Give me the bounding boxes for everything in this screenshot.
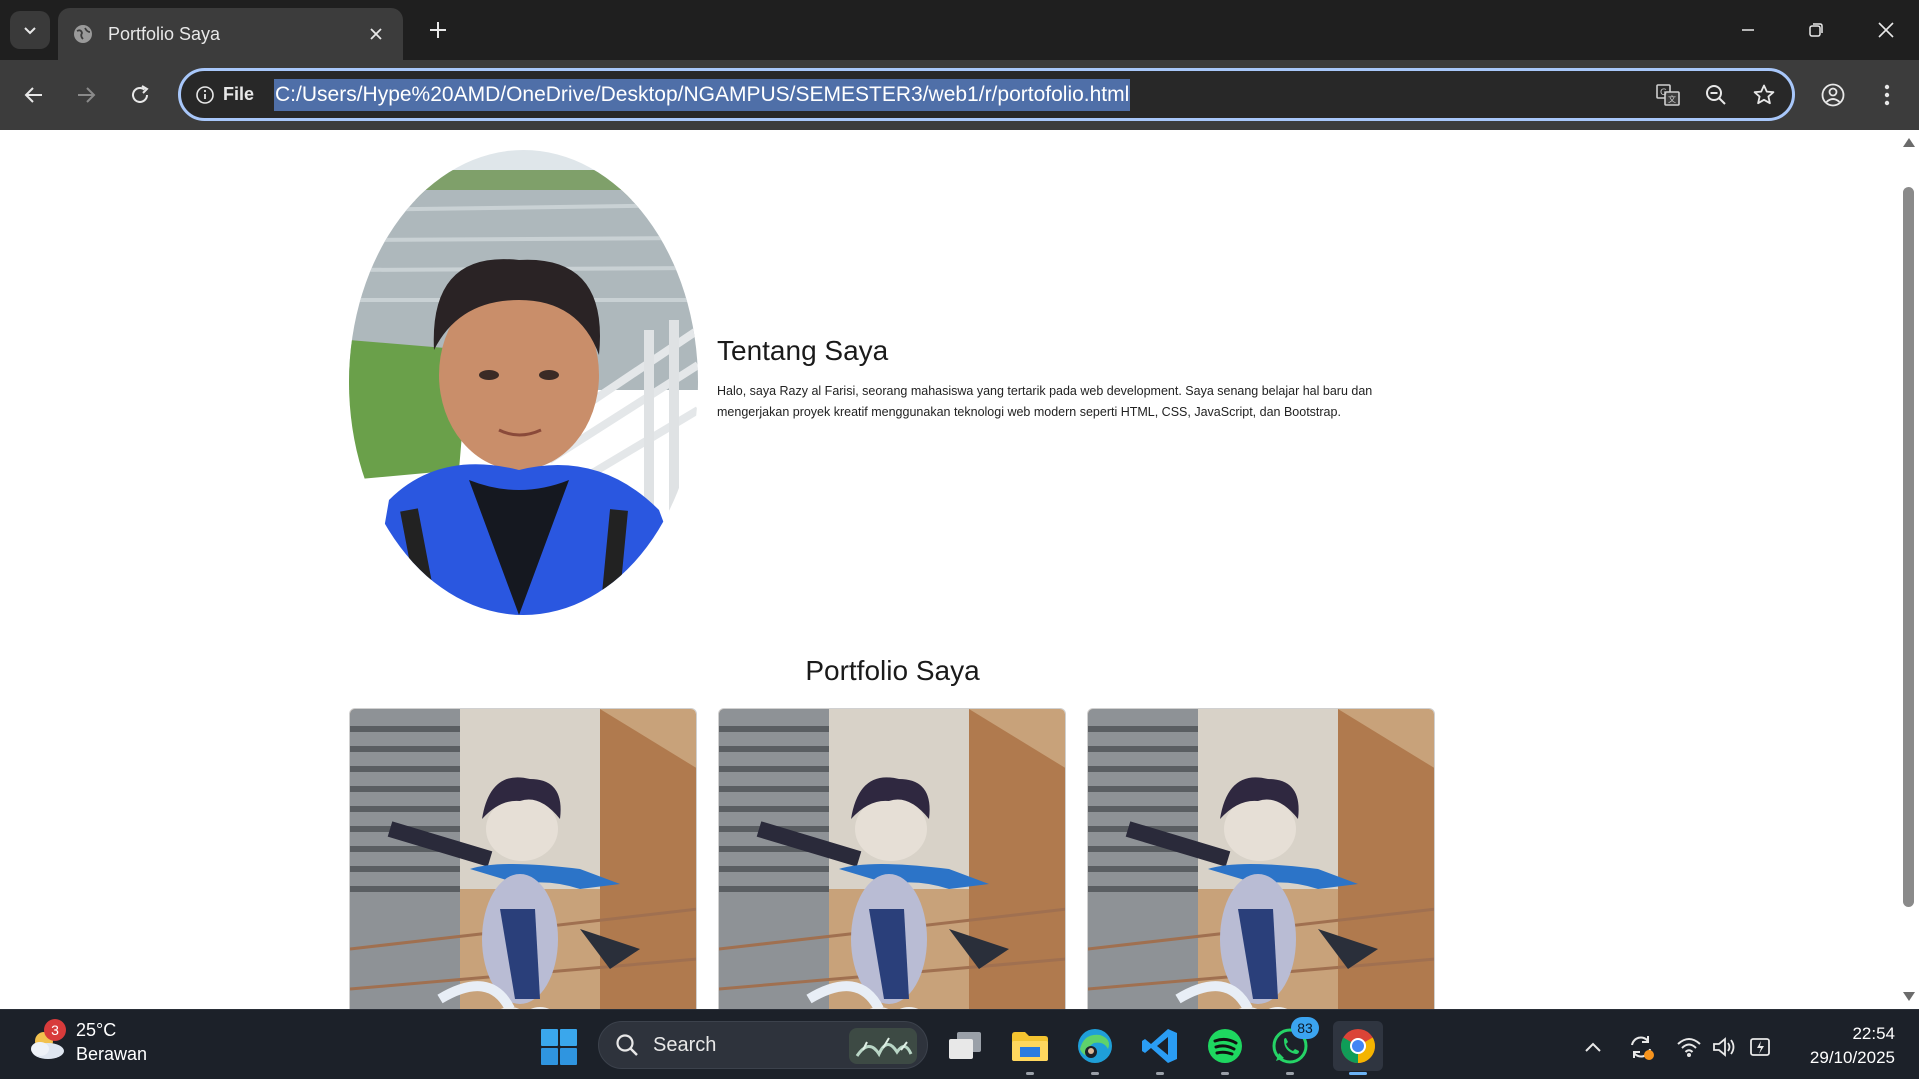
tab-search-button[interactable] [10, 11, 50, 49]
tab-search-icon [24, 27, 36, 35]
about-text-line-1: Halo, saya Razy al Farisi, seorang mahas… [717, 384, 1373, 398]
battery-icon [1750, 1038, 1770, 1056]
scroll-up-arrow[interactable] [1903, 138, 1915, 147]
forward-icon [78, 87, 96, 103]
close-icon [1878, 22, 1894, 38]
tab-portfolio[interactable]: Portfolio Saya [58, 8, 403, 60]
close-icon [370, 28, 382, 40]
portfolio-card[interactable] [1087, 708, 1435, 1009]
site-info-label: File [223, 84, 255, 104]
profile-photo [349, 150, 698, 615]
search-icon [616, 1034, 638, 1056]
windows-icon [541, 1029, 577, 1065]
taskbar-clock[interactable]: 22:54 29/10/2025 [1810, 1022, 1895, 1070]
browser-menu-button[interactable] [1867, 75, 1907, 115]
weather-condition: Berawan [76, 1044, 148, 1064]
zoom-button[interactable] [1696, 75, 1736, 115]
search-highlight-icon [849, 1028, 917, 1064]
taskbar-spotify[interactable] [1200, 1021, 1250, 1075]
bookmark-button[interactable] [1744, 75, 1784, 115]
svg-text:G: G [1660, 88, 1667, 98]
site-info-button[interactable]: File [195, 84, 254, 105]
portfolio-image [350, 709, 696, 1009]
page-viewport: Tentang Saya Halo, saya Razy al Farisi, … [0, 130, 1898, 1009]
weather-icon: 3 [24, 1019, 70, 1065]
tray-battery[interactable] [1746, 1032, 1776, 1062]
portfolio-card[interactable] [718, 708, 1066, 1009]
svg-text:文: 文 [1668, 94, 1676, 104]
taskbar-edge[interactable] [1070, 1021, 1120, 1075]
tray-wifi[interactable] [1674, 1032, 1704, 1062]
url-text[interactable]: C:/Users/Hype%20AMD/OneDrive/Desktop/NGA… [274, 78, 1131, 111]
edge-icon [1078, 1029, 1112, 1063]
taskbar-file-explorer[interactable] [1005, 1021, 1055, 1075]
wifi-icon [1677, 1038, 1701, 1057]
profile-button[interactable] [1813, 75, 1853, 115]
tray-sync[interactable] [1626, 1032, 1656, 1062]
taskbar: 3 25°C Berawan Search 83 22:54 29/10/202… [0, 1009, 1919, 1079]
file-explorer-icon [1012, 1032, 1048, 1061]
back-button[interactable] [14, 75, 54, 115]
tab-close-button[interactable] [363, 21, 389, 47]
portfolio-card[interactable] [349, 708, 697, 1009]
scroll-thumb[interactable] [1903, 187, 1914, 907]
search-label: Search [653, 1033, 717, 1056]
back-icon [24, 87, 42, 103]
star-icon [1753, 84, 1775, 104]
profile-icon [1821, 83, 1845, 107]
address-bar[interactable]: File C:/Users/Hype%20AMD/OneDrive/Deskto… [178, 68, 1795, 121]
volume-icon [1713, 1037, 1735, 1057]
minimize-icon [1742, 29, 1754, 31]
menu-icon [1884, 84, 1890, 106]
portfolio-title: Portfolio Saya [805, 655, 980, 686]
tray-volume[interactable] [1710, 1032, 1740, 1062]
whatsapp-unread-badge: 83 [1291, 1017, 1319, 1039]
scroll-down-arrow[interactable] [1903, 992, 1915, 1001]
chrome-icon [1341, 1029, 1375, 1063]
taskbar-whatsapp[interactable]: 83 [1265, 1017, 1319, 1075]
about-section: Tentang Saya Halo, saya Razy al Farisi, … [717, 335, 1437, 423]
globe-icon [72, 23, 94, 45]
forward-button[interactable] [66, 75, 106, 115]
reload-button[interactable] [120, 75, 160, 115]
portfolio-image [1088, 709, 1434, 1009]
restore-icon [1809, 23, 1823, 37]
chevron-up-icon [1585, 1042, 1601, 1052]
reload-icon [132, 85, 149, 103]
weather-widget[interactable]: 3 25°C Berawan [24, 1018, 147, 1066]
weather-temperature: 25°C [76, 1020, 117, 1040]
minimize-button[interactable] [1718, 8, 1778, 52]
taskbar-task-view[interactable] [940, 1021, 990, 1071]
page-scrollbar[interactable] [1898, 130, 1919, 1009]
taskbar-vscode[interactable] [1135, 1021, 1185, 1075]
browser-toolbar: File C:/Users/Hype%20AMD/OneDrive/Deskto… [0, 60, 1919, 130]
vscode-icon [1142, 1029, 1177, 1063]
close-window-button[interactable] [1856, 8, 1916, 52]
clock-date: 29/10/2025 [1809, 1048, 1895, 1067]
new-tab-button[interactable] [420, 12, 456, 48]
sync-icon [1631, 1036, 1654, 1060]
tab-strip: Portfolio Saya [0, 0, 1919, 60]
restore-button[interactable] [1786, 8, 1846, 52]
task-view-icon [949, 1032, 981, 1059]
about-title: Tentang Saya [717, 335, 889, 366]
start-button[interactable] [540, 1028, 578, 1066]
zoom-icon [1706, 84, 1726, 105]
translate-icon: G文 [1656, 83, 1680, 106]
taskbar-search[interactable]: Search [598, 1021, 928, 1069]
spotify-icon [1208, 1029, 1242, 1063]
plus-icon [430, 22, 446, 38]
clock-time: 22:54 [1852, 1024, 1895, 1043]
tab-title: Portfolio Saya [108, 23, 221, 44]
tray-overflow-button[interactable] [1578, 1032, 1608, 1062]
translate-button[interactable]: G文 [1648, 75, 1688, 115]
about-text-line-2: mengerjakan proyek kreatif menggunakan t… [717, 405, 1341, 419]
portfolio-image [719, 709, 1065, 1009]
weather-alert-badge: 3 [44, 1019, 66, 1041]
info-icon [196, 85, 214, 104]
taskbar-chrome[interactable] [1333, 1021, 1383, 1075]
